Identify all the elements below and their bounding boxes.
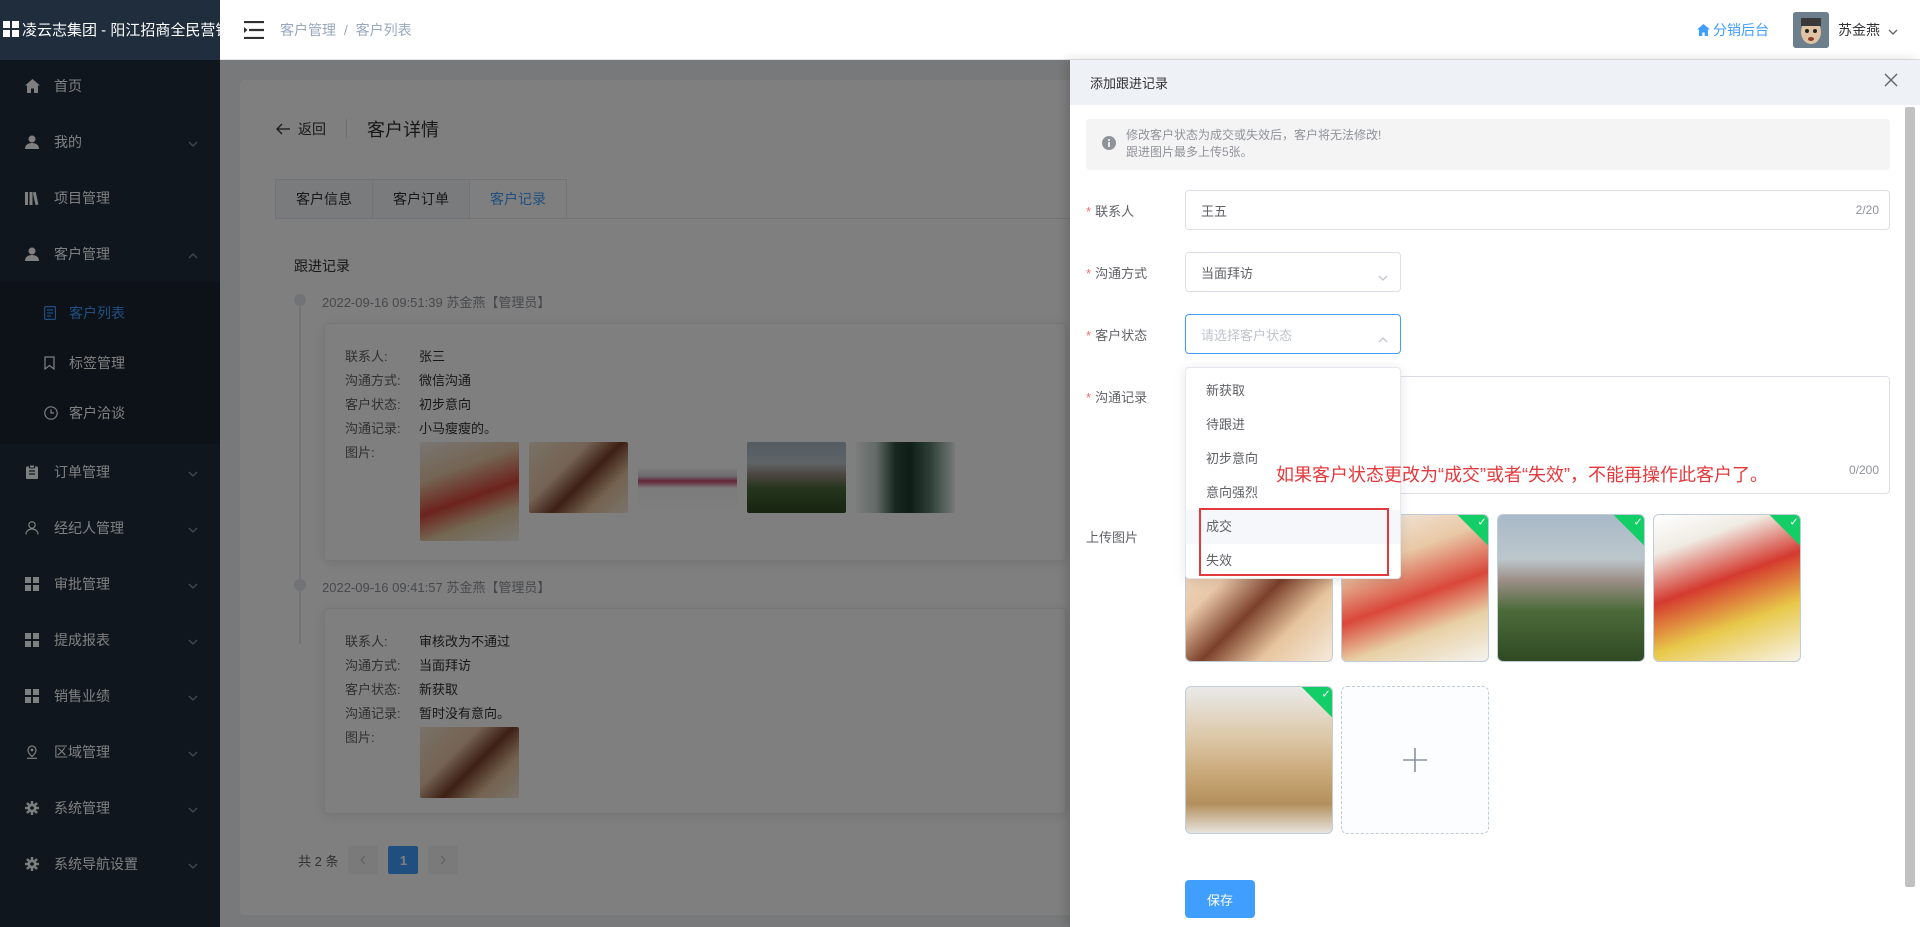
status-select[interactable]: 请选择客户状态 (1185, 314, 1401, 354)
chevron-down-icon (1378, 269, 1388, 284)
alert-line: 修改客户状态为成交或失效后，客户将无法修改! (1126, 128, 1382, 142)
check-icon: ✓ (1789, 516, 1799, 529)
method-select[interactable]: 当面拜访 (1185, 252, 1401, 292)
required-mark: * (1086, 390, 1092, 405)
success-badge: ✓ (1612, 515, 1644, 547)
required-mark: * (1086, 204, 1092, 219)
chevron-down-icon[interactable] (1888, 22, 1898, 38)
admin-backend-link[interactable]: 分销后台 (1697, 20, 1769, 40)
admin-link-label: 分销后台 (1713, 22, 1769, 38)
upload-label: 上传图片 (1086, 530, 1139, 545)
check-icon: ✓ (1321, 688, 1331, 701)
brand: 凌云志集团 - 阳江招商全民营销 (0, 0, 220, 58)
label-text: 沟通记录 (1095, 390, 1148, 405)
label-text: 客户状态 (1095, 328, 1148, 343)
avatar[interactable] (1793, 12, 1829, 48)
close-icon[interactable] (1884, 73, 1898, 90)
info-icon (1102, 136, 1116, 155)
header-right: 分销后台 苏金燕 (1697, 0, 1898, 60)
check-icon: ✓ (1477, 516, 1487, 529)
upload-add-button[interactable] (1341, 686, 1489, 834)
char-count: 2/20 (1855, 203, 1879, 217)
save-button[interactable]: 保存 (1185, 880, 1255, 918)
annotation-highlight-box (1199, 508, 1389, 576)
success-badge: ✓ (1300, 687, 1332, 719)
username[interactable]: 苏金燕 (1838, 20, 1880, 40)
char-count: 0/200 (1848, 463, 1879, 477)
uploaded-image[interactable]: ✓ (1185, 686, 1333, 834)
breadcrumb-separator: / (343, 21, 348, 38)
record-label: * 沟通记录 (1086, 387, 1147, 406)
grid-logo-icon (3, 21, 19, 37)
method-label: * 沟通方式 (1086, 263, 1147, 282)
status-option[interactable]: 新获取 (1186, 374, 1400, 408)
success-badge: ✓ (1456, 515, 1488, 547)
status-option[interactable]: 待跟进 (1186, 408, 1400, 442)
status-placeholder: 请选择客户状态 (1201, 327, 1293, 343)
success-badge: ✓ (1768, 515, 1800, 547)
alert-line: 跟进图片最多上传5张。 (1126, 145, 1253, 159)
uploaded-image[interactable]: ✓ (1653, 514, 1801, 662)
brand-title: 凌云志集团 - 阳江招商全民营销 (22, 21, 220, 39)
required-mark: * (1086, 266, 1092, 281)
required-mark: * (1086, 328, 1092, 343)
annotation-text: 如果客户状态更改为“成交”或者“失效”，不能再操作此客户了。 (1276, 465, 1768, 485)
method-value: 当面拜访 (1201, 265, 1254, 281)
drawer-scrollbar[interactable] (1905, 107, 1915, 887)
top-header: 客户管理 / 客户列表 分销后台 苏金燕 (220, 0, 1920, 60)
home-icon (1697, 24, 1710, 36)
breadcrumb-item[interactable]: 客户管理 (280, 22, 336, 38)
contact-label: * 联系人 (1086, 201, 1134, 220)
status-label: * 客户状态 (1086, 325, 1147, 344)
drawer-title: 添加跟进记录 (1090, 76, 1169, 91)
breadcrumb: 客户管理 / 客户列表 (280, 20, 412, 40)
label-text: 沟通方式 (1095, 266, 1148, 281)
check-icon: ✓ (1633, 516, 1643, 529)
contact-value: 王五 (1201, 203, 1228, 219)
label-text: 联系人 (1095, 204, 1135, 219)
breadcrumb-item: 客户列表 (355, 21, 412, 38)
contact-input[interactable]: 王五 2/20 (1185, 190, 1890, 230)
drawer-header: 添加跟进记录 (1070, 60, 1920, 105)
chevron-up-icon (1378, 331, 1388, 346)
hamburger-menu-icon[interactable] (244, 20, 264, 40)
info-alert: 修改客户状态为成交或失效后，客户将无法修改! 跟进图片最多上传5张。 (1086, 119, 1890, 170)
uploaded-image[interactable]: ✓ (1497, 514, 1645, 662)
plus-icon (1403, 748, 1427, 772)
